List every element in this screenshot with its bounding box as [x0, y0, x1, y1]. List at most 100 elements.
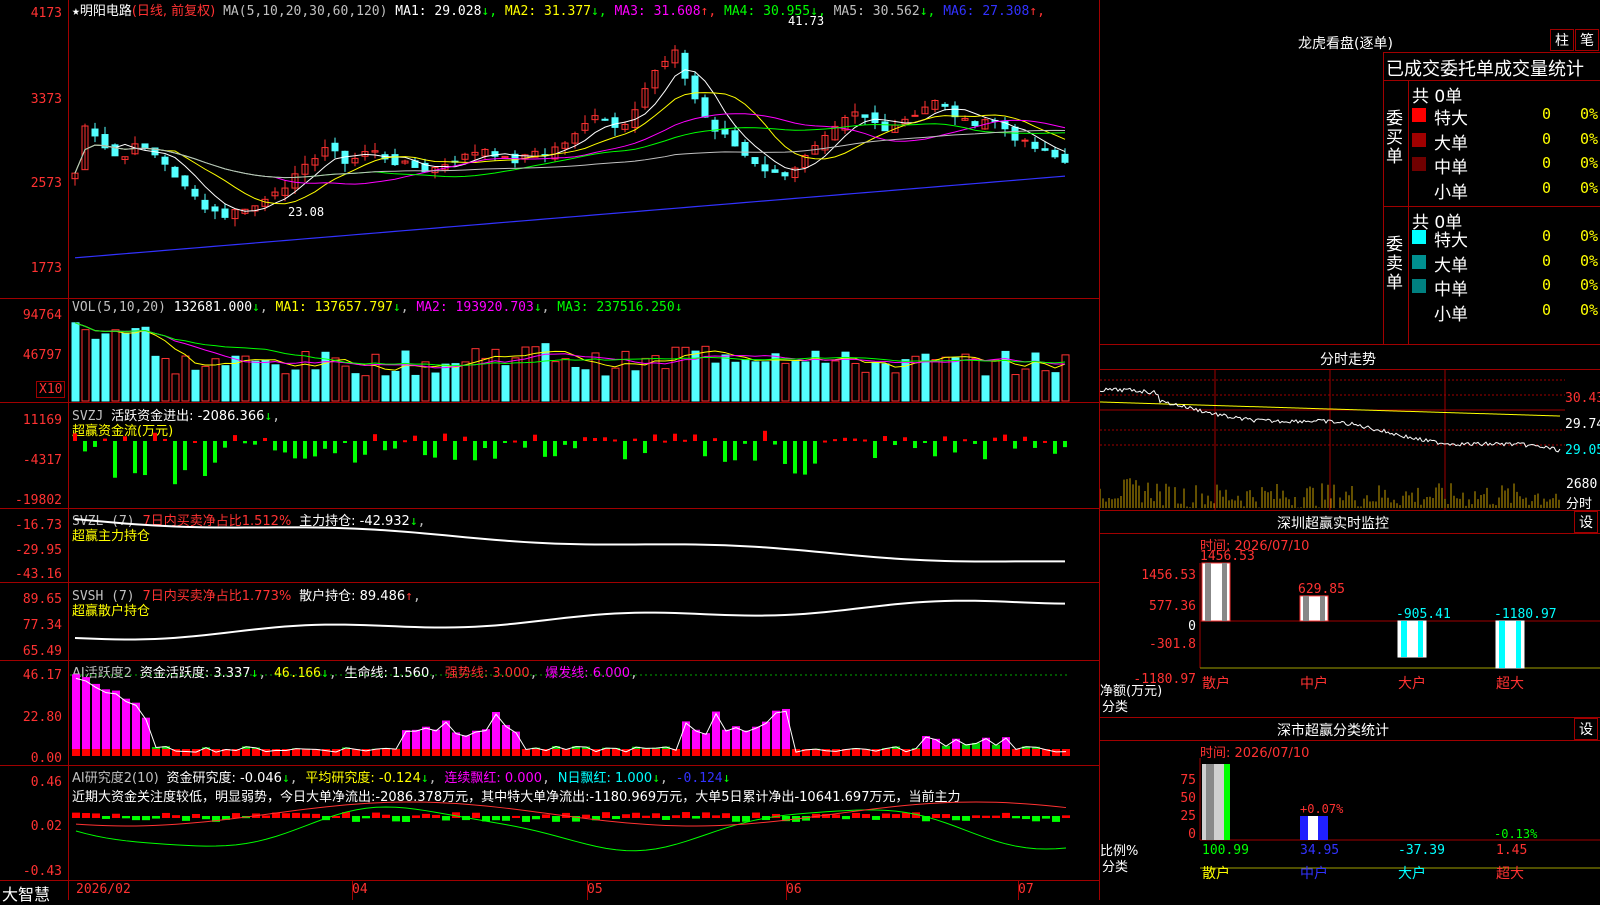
volume-bar	[791, 361, 800, 402]
flow-bar	[173, 441, 177, 485]
fund-flow-chart[interactable]	[70, 403, 1098, 507]
activity-base	[462, 749, 470, 756]
activity-base	[692, 749, 700, 756]
activity-base	[702, 749, 710, 756]
flow-bar	[113, 441, 117, 478]
volume-bar	[1021, 368, 1030, 402]
candlestick-chart[interactable]	[70, 18, 1098, 296]
candle-body	[731, 130, 739, 147]
flow-bar	[823, 440, 827, 443]
ai2-cont: 连续飘红: 0.000	[444, 771, 543, 786]
intraday-chart[interactable]	[1099, 370, 1565, 510]
longhu-row: 特大 0 0%	[1412, 104, 1600, 129]
volume-bar	[801, 361, 810, 402]
candle-body	[161, 156, 169, 165]
ai1-axis-2: 0.00	[30, 751, 62, 766]
sz-class-settings-button[interactable]: 设	[1574, 718, 1598, 740]
sz-netflow-chart[interactable]: 1456.53 散户 629.85 中户 -905.41 大户 -1180.97 超大	[1199, 549, 1600, 718]
flow-bar	[163, 438, 167, 441]
activity-line	[75, 677, 1067, 753]
main-position-chart[interactable]	[70, 509, 1098, 581]
flow-bar	[513, 440, 517, 443]
research-bar	[192, 813, 200, 818]
research-chart[interactable]	[70, 800, 1098, 879]
svsh-axis-2: 65.49	[22, 644, 62, 659]
volume-bar	[561, 358, 570, 402]
chart-mode[interactable]: (日线, 前复权)	[132, 4, 215, 19]
activity-base	[442, 749, 450, 756]
ma-def: MA(5,10,20,30,60,120)	[223, 4, 388, 19]
sz-bar-value: -905.41	[1396, 607, 1451, 622]
activity-base	[882, 749, 890, 756]
main-chart-area[interactable]: ★明阳电路(日线, 前复权) MA(5,10,20,30,60,120) MA1…	[0, 0, 1100, 904]
row-volume: 0	[1542, 251, 1552, 270]
volume-bar	[301, 351, 310, 402]
tick-mode-button[interactable]: 笔	[1575, 29, 1599, 51]
xaxis-4: 07	[1018, 882, 1034, 897]
activity-base	[782, 749, 790, 756]
candle-body	[181, 175, 189, 187]
activity-base	[202, 749, 210, 756]
candle-body	[781, 172, 789, 177]
longhu-panel: 龙虎看盘(逐单) 柱 笔 已成交委托单成交量统计 委买单 委卖单 共 0单 共 …	[1100, 0, 1600, 345]
activity-bar	[132, 702, 140, 756]
candle-body	[1041, 148, 1049, 151]
retail-position-chart[interactable]	[70, 583, 1098, 659]
class-value: -37.39	[1398, 843, 1445, 858]
volume-bar	[381, 375, 390, 402]
xaxis-1: 04	[352, 882, 368, 897]
sz-bar-0	[1201, 562, 1231, 622]
activity-base	[682, 749, 690, 756]
volume-bar	[821, 362, 830, 402]
activity-base	[482, 749, 490, 756]
activity-base	[1062, 749, 1070, 756]
volume-chart[interactable]	[70, 316, 1098, 402]
candle-body	[201, 199, 209, 210]
vol-unit[interactable]: X10	[36, 381, 66, 398]
intraday-panel[interactable]: 分时走势 30.43 29.74 29.05 2680 分时	[1099, 345, 1600, 512]
flow-bar	[963, 439, 967, 442]
research-bar	[182, 816, 190, 821]
flow-bar	[553, 441, 557, 457]
volume-bar	[151, 355, 160, 402]
research-bar	[552, 816, 560, 822]
research-bar	[282, 813, 290, 818]
flow-bar	[903, 437, 907, 441]
bar-mode-button[interactable]: 柱	[1550, 29, 1574, 51]
activity-chart[interactable]	[70, 661, 1098, 764]
activity-bar	[112, 690, 120, 756]
activity-base	[292, 749, 300, 756]
sz-monitor-settings-button[interactable]: 设	[1574, 511, 1598, 533]
favorite-star-icon[interactable]: ★	[72, 4, 80, 19]
volume-bar	[851, 362, 860, 402]
volume-bar	[171, 373, 180, 402]
volume-bar	[731, 361, 740, 402]
activity-base	[342, 749, 350, 756]
volume-bar	[181, 355, 190, 402]
ma-line-30	[74, 123, 1066, 179]
flow-bar	[633, 438, 637, 441]
volume-bar	[661, 368, 670, 402]
flow-bar	[453, 441, 457, 460]
candle-body	[751, 157, 759, 165]
candle-body	[761, 164, 769, 172]
flow-bar	[983, 441, 987, 460]
flow-bar	[403, 440, 407, 443]
flow-bar	[183, 441, 187, 471]
brand-logo[interactable]: 大智慧	[2, 881, 50, 905]
ai2-neg: -0.124	[675, 771, 723, 786]
flow-bar	[713, 438, 717, 441]
retail-position-line	[74, 599, 1066, 641]
longhu-row: 中单 0 0%	[1412, 275, 1600, 300]
research-bar	[302, 813, 310, 818]
vol-axis-0: 94764	[22, 308, 62, 323]
volume-bar	[331, 357, 340, 402]
research-bar	[412, 815, 420, 818]
volume-bar	[261, 359, 270, 402]
sz-class-chart[interactable]: +0.07% -0.13% 100.99 散户 34.95 中户 -37.39 大户 1.45 超…	[1199, 758, 1600, 900]
sz-bar-shade	[1205, 563, 1211, 621]
activity-base	[242, 749, 250, 756]
class-axis-1: 50	[1180, 791, 1196, 806]
ma-value-1: MA1: 29.028	[395, 4, 482, 19]
vol-value: 132681.000	[173, 300, 253, 315]
